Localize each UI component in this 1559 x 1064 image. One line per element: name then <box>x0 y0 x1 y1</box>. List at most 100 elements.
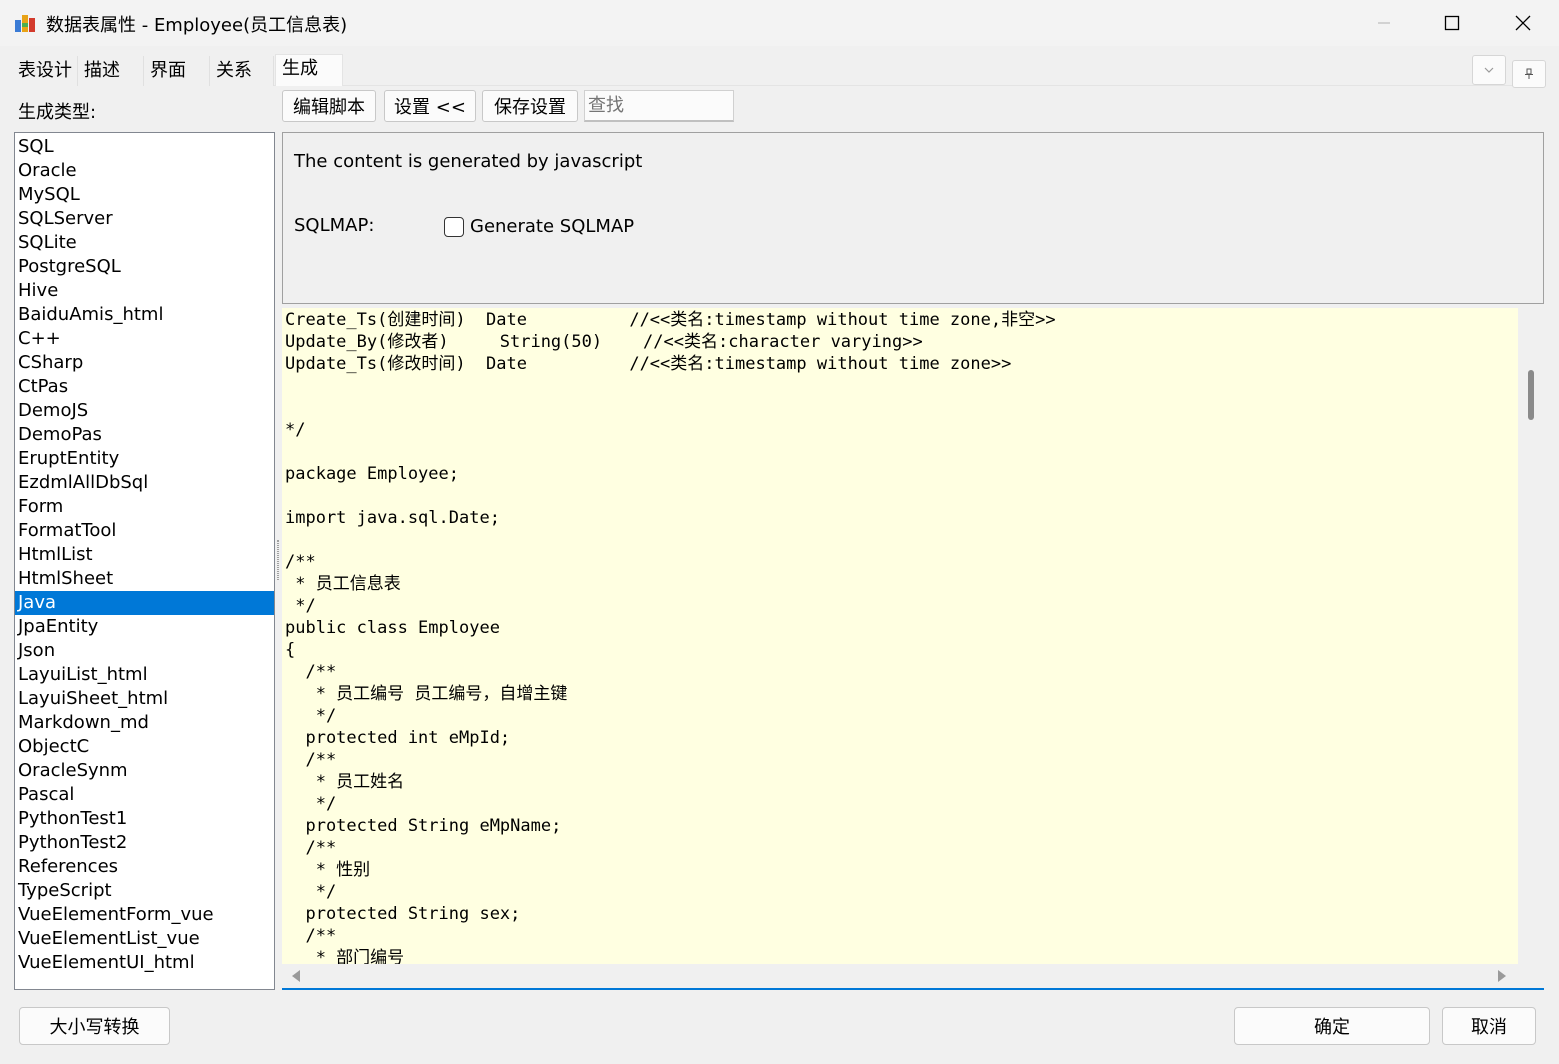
horizontal-scrollbar[interactable] <box>282 964 1518 988</box>
list-item[interactable]: Json <box>15 639 274 663</box>
code-editor: Create_Ts(创建时间) Date //<<类名:timestamp wi… <box>282 306 1544 990</box>
save-settings-button[interactable]: 保存设置 <box>482 90 578 122</box>
list-item[interactable]: HtmlSheet <box>15 567 274 591</box>
list-item[interactable]: SQLServer <box>15 207 274 231</box>
code-line: Update_Ts(修改时间) Date //<<类名:timestamp wi… <box>285 354 1012 374</box>
list-item[interactable]: OracleSynm <box>15 759 274 783</box>
dropdown-button[interactable] <box>1472 55 1506 85</box>
edit-script-button[interactable]: 编辑脚本 <box>282 90 376 122</box>
vertical-scrollbar[interactable] <box>1518 308 1544 964</box>
generate-type-label: 生成类型: <box>18 102 97 123</box>
app-icon <box>14 12 36 34</box>
list-item[interactable]: SQL <box>15 135 274 159</box>
list-item[interactable]: JpaEntity <box>15 615 274 639</box>
list-item[interactable]: VueElementUI_html <box>15 951 274 975</box>
settings-panel: The content is generated by javascript S… <box>282 132 1544 304</box>
list-item[interactable]: CSharp <box>15 351 274 375</box>
tab-generate[interactable]: 生成 <box>275 54 343 86</box>
close-button[interactable] <box>1488 0 1558 46</box>
list-item[interactable]: References <box>15 855 274 879</box>
list-item[interactable]: PythonTest1 <box>15 807 274 831</box>
code-line: */ <box>285 882 337 902</box>
list-item[interactable]: Hive <box>15 279 274 303</box>
list-item[interactable]: LayuiSheet_html <box>15 687 274 711</box>
list-item[interactable]: Pascal <box>15 783 274 807</box>
code-line: * 员工姓名 <box>285 772 405 792</box>
code-line: protected String sex; <box>285 904 521 924</box>
scroll-left-arrow-icon[interactable] <box>292 970 300 982</box>
window-title: 数据表属性 - Employee(员工信息表) <box>46 15 348 36</box>
code-line: /** <box>285 750 337 770</box>
code-line: /** <box>285 926 337 946</box>
code-line: Update_By(修改者) String(50) //<<类名:charact… <box>285 332 923 352</box>
list-item[interactable]: SQLite <box>15 231 274 255</box>
case-convert-button[interactable]: 大小写转换 <box>19 1007 170 1045</box>
code-line: Create_Ts(创建时间) Date //<<类名:timestamp wi… <box>285 310 1056 330</box>
list-item[interactable]: MySQL <box>15 183 274 207</box>
ok-button[interactable]: 确定 <box>1234 1007 1430 1045</box>
list-item[interactable]: Markdown_md <box>15 711 274 735</box>
title-bar: 数据表属性 - Employee(员工信息表) <box>0 0 1559 46</box>
generate-sqlmap-label[interactable]: Generate SQLMAP <box>470 216 634 237</box>
code-line: */ <box>285 420 306 440</box>
minimize-icon <box>1378 22 1390 24</box>
code-text-area[interactable]: Create_Ts(创建时间) Date //<<类名:timestamp wi… <box>282 308 1518 964</box>
tab-description[interactable]: 描述 <box>78 56 144 86</box>
code-line: public class Employee <box>285 618 500 638</box>
code-line: * 部门编号 <box>285 948 405 964</box>
code-line: /** <box>285 662 337 682</box>
chevron-down-icon <box>1484 67 1494 73</box>
list-item[interactable]: Java <box>15 591 274 615</box>
maximize-button[interactable] <box>1417 0 1487 46</box>
code-line: import java.sql.Date; <box>285 508 500 528</box>
list-item[interactable]: C++ <box>15 327 274 351</box>
code-line: * 性别 <box>285 860 371 880</box>
code-line: */ <box>285 794 337 814</box>
list-item[interactable]: EzdmlAllDbSql <box>15 471 274 495</box>
list-item[interactable]: DemoJS <box>15 399 274 423</box>
list-item[interactable]: FormatTool <box>15 519 274 543</box>
tab-ui[interactable]: 界面 <box>144 56 210 86</box>
list-item[interactable]: Form <box>15 495 274 519</box>
list-item[interactable]: HtmlList <box>15 543 274 567</box>
code-line: /** <box>285 838 337 858</box>
pin-button[interactable] <box>1512 60 1546 88</box>
search-input[interactable] <box>584 90 734 122</box>
maximize-icon <box>1444 15 1460 31</box>
splitter-handle[interactable] <box>277 540 279 580</box>
scroll-right-arrow-icon[interactable] <box>1498 970 1506 982</box>
tab-relations[interactable]: 关系 <box>210 56 274 86</box>
list-item[interactable]: ObjectC <box>15 735 274 759</box>
vertical-scroll-thumb[interactable] <box>1528 370 1534 420</box>
pin-icon <box>1525 68 1533 79</box>
code-line: * 员工编号 员工编号，自增主键 <box>285 684 568 704</box>
code-line: * 员工信息表 <box>285 574 401 594</box>
list-item[interactable]: PostgreSQL <box>15 255 274 279</box>
code-line: { <box>285 640 296 660</box>
list-item[interactable]: EruptEntity <box>15 447 274 471</box>
list-item[interactable]: LayuiList_html <box>15 663 274 687</box>
list-item[interactable]: CtPas <box>15 375 274 399</box>
list-item[interactable]: VueElementForm_vue <box>15 903 274 927</box>
code-line: /** <box>285 552 316 572</box>
list-item[interactable]: PythonTest2 <box>15 831 274 855</box>
code-line: */ <box>285 596 316 616</box>
close-icon <box>1515 15 1531 31</box>
list-item[interactable]: DemoPas <box>15 423 274 447</box>
list-item[interactable]: VueElementList_vue <box>15 927 274 951</box>
sqlmap-label: SQLMAP: <box>294 215 375 236</box>
generate-sqlmap-checkbox[interactable] <box>444 217 464 237</box>
minimize-button[interactable] <box>1349 0 1419 46</box>
settings-description: The content is generated by javascript <box>294 151 643 172</box>
tab-table-design[interactable]: 表设计 <box>12 56 78 86</box>
settings-toggle-button[interactable]: 设置 << <box>384 90 476 122</box>
generate-type-list[interactable]: SQL Oracle MySQL SQLServer SQLite PostgreSQL H… <box>14 132 275 990</box>
list-item[interactable]: TypeScript <box>15 879 274 903</box>
list-item[interactable]: BaiduAmis_html <box>15 303 274 327</box>
cancel-button[interactable]: 取消 <box>1442 1007 1536 1045</box>
list-item[interactable]: Oracle <box>15 159 274 183</box>
